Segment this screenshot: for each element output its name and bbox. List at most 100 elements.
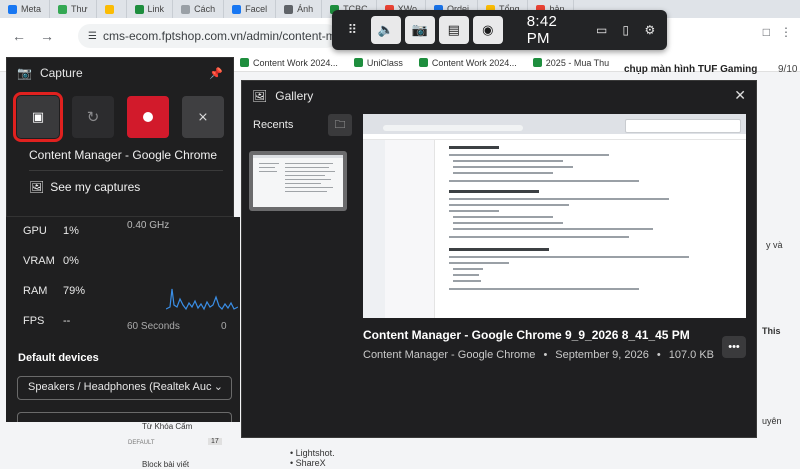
screenshot-icon: ▣ — [31, 109, 45, 124]
microphone-select[interactable] — [17, 412, 232, 422]
separator-dot: • — [656, 349, 661, 361]
gallery-icon: 🖼 — [252, 89, 268, 103]
open-folder-button[interactable]: 🗀 — [328, 114, 352, 136]
page-text-fragment: This — [762, 326, 781, 336]
address-bar[interactable]: ☰ cms-ecom.fptshop.com.vn/admin/content-… — [78, 24, 338, 48]
site-info-icon[interactable]: ☰ — [88, 31, 97, 42]
folder-icon: 🗀 — [334, 118, 346, 131]
bookmark-item[interactable]: 2025 - Mua Thu — [532, 58, 609, 68]
mic-toggle-button[interactable]: ⨯ — [182, 96, 224, 138]
menu-icon[interactable]: ⋮ — [780, 25, 792, 39]
browser-tab[interactable]: Ánh — [276, 0, 323, 18]
bookmark-icon — [532, 58, 542, 67]
page-text-fragment: uyên — [762, 416, 782, 426]
browser-tab[interactable] — [97, 0, 127, 18]
browser-tab[interactable]: Thư — [50, 0, 97, 18]
start-recording-button[interactable] — [127, 96, 169, 138]
perf-value: 0% — [63, 255, 79, 267]
take-screenshot-button[interactable]: ▣ — [13, 92, 63, 142]
extensions-icon[interactable]: □ — [763, 25, 770, 39]
capture-widget-title: Capture — [39, 66, 83, 80]
tab-favicon-icon — [8, 4, 17, 14]
divider — [29, 170, 223, 171]
search-result-title: chụp màn hình TUF Gaming — [624, 64, 758, 75]
bookmark-label: UniClass — [366, 57, 403, 68]
settings-icon[interactable]: ⚙ — [641, 23, 659, 37]
capture-buttons: ▣ ↻ ⨯ — [13, 92, 224, 142]
record-last-30-sec-button[interactable]: ↻ — [72, 96, 114, 138]
perf-value: 1% — [63, 225, 79, 237]
tab-favicon-icon — [284, 4, 294, 14]
bookmark-item[interactable]: Content Work 2024... — [240, 58, 338, 68]
perf-value: 79% — [63, 285, 86, 297]
close-icon[interactable]: ✕ — [734, 87, 746, 104]
speaker-select-value: Speakers / Headphones (Realtek Auc — [28, 381, 212, 393]
perf-row-ram[interactable]: RAM 79% — [23, 285, 85, 297]
game-bar-top-bar: ⠿ 🔈 📷 ▤ ◉ 8:42 PM ▭ ▯ ⚙ — [332, 10, 667, 50]
speaker-select[interactable]: Speakers / Headphones (Realtek Auc ⌄ — [17, 376, 232, 400]
graph-time-range: 60 Seconds — [127, 321, 180, 332]
ram-usage-graph — [166, 288, 238, 311]
nav-item[interactable]: Từ Khóa Cấm — [142, 422, 192, 431]
mic-off-icon: ⨯ — [197, 109, 209, 124]
bookmark-item[interactable]: UniClass — [353, 57, 403, 68]
separator-dot: • — [543, 349, 548, 361]
bullet-item: • Lightshot. — [290, 448, 335, 458]
capture-target-label: Content Manager - Google Chrome — [29, 148, 218, 162]
graph-axis-min: 0 — [221, 321, 227, 332]
browser-tab[interactable]: Link — [127, 0, 174, 18]
mouse-icon[interactable]: ▯ — [617, 23, 635, 37]
gallery-icon: 🖼 — [29, 180, 45, 194]
perf-row-vram[interactable]: VRAM 0% — [23, 255, 79, 267]
article-bullets: • Lightshot. • ShareX — [290, 448, 335, 468]
tab-label: Cách — [194, 4, 216, 14]
tab-favicon-icon — [181, 4, 191, 14]
browser-tab[interactable]: Cách — [173, 0, 225, 18]
perf-row-gpu[interactable]: GPU 1% — [23, 225, 79, 237]
battery-icon: ▭ — [595, 23, 608, 37]
audio-icon[interactable]: 🔈 — [370, 16, 401, 44]
nav-item[interactable]: Block bài viết — [142, 460, 189, 469]
tab-label: Meta — [21, 4, 42, 14]
see-my-captures-link[interactable]: 🖼 See my captures — [29, 180, 140, 194]
default-devices-widget: Default devices Speakers / Headphones (R… — [6, 341, 240, 422]
capture-widget: 📷 Capture 📌 ▣ ↻ ⨯ Content Manager - Goog… — [6, 57, 234, 217]
perf-row-fps[interactable]: FPS -- — [23, 315, 70, 327]
performance-widget: 0.40 GHz GPU 1% VRAM 0% RAM 79% FPS -- 6… — [6, 217, 240, 341]
tab-favicon-icon — [58, 4, 68, 14]
forward-icon[interactable]: → — [38, 28, 56, 44]
tab-label: Thư — [71, 4, 88, 14]
perf-label: RAM — [23, 285, 48, 297]
widget-toggle-group: 🔈 📷 ▤ ◉ — [370, 16, 503, 44]
record-icon — [143, 112, 153, 122]
back-icon[interactable]: ← — [10, 28, 28, 44]
capture-thumbnail[interactable] — [249, 151, 347, 211]
bookmark-label: Content Work 2024... — [253, 57, 338, 68]
widgets-icon[interactable]: ⠿ — [340, 17, 365, 43]
bookmark-item[interactable]: Content Work 2024... — [418, 58, 517, 68]
perf-label: FPS — [23, 315, 45, 327]
chevron-down-icon: ⌄ — [213, 381, 223, 393]
address-bar-url: cms-ecom.fptshop.com.vn/admin/content-ma… — [102, 29, 338, 43]
performance-icon[interactable]: ▤ — [438, 16, 469, 44]
gallery-window: 🖼 Gallery ✕ Recents 🗀 Content Manager - … — [241, 80, 757, 438]
perf-value: -- — [63, 315, 71, 327]
recents-label: Recents — [253, 119, 294, 131]
tab-favicon-icon — [232, 4, 242, 14]
more-options-button[interactable]: ••• — [722, 336, 746, 358]
see-my-captures-label: See my captures — [50, 180, 141, 194]
nav-section-label: DEFAULT — [128, 440, 155, 446]
xbox-social-icon[interactable]: ◉ — [472, 16, 503, 44]
tab-label: Link — [147, 4, 165, 14]
capture-icon[interactable]: 📷 — [404, 16, 435, 44]
bullet-item: • ShareX — [290, 458, 326, 468]
capture-date: September 9, 2026 — [555, 349, 649, 361]
history-icon: ↻ — [86, 109, 100, 126]
browser-tab[interactable]: Facel — [224, 0, 277, 18]
bookmark-icon — [418, 58, 428, 67]
clock: 8:42 PM — [526, 13, 558, 47]
browser-tab[interactable]: Meta — [0, 0, 51, 18]
capture-preview-image — [363, 114, 746, 318]
pin-icon[interactable]: 📌 — [209, 67, 223, 80]
tab-favicon-icon — [104, 4, 114, 14]
